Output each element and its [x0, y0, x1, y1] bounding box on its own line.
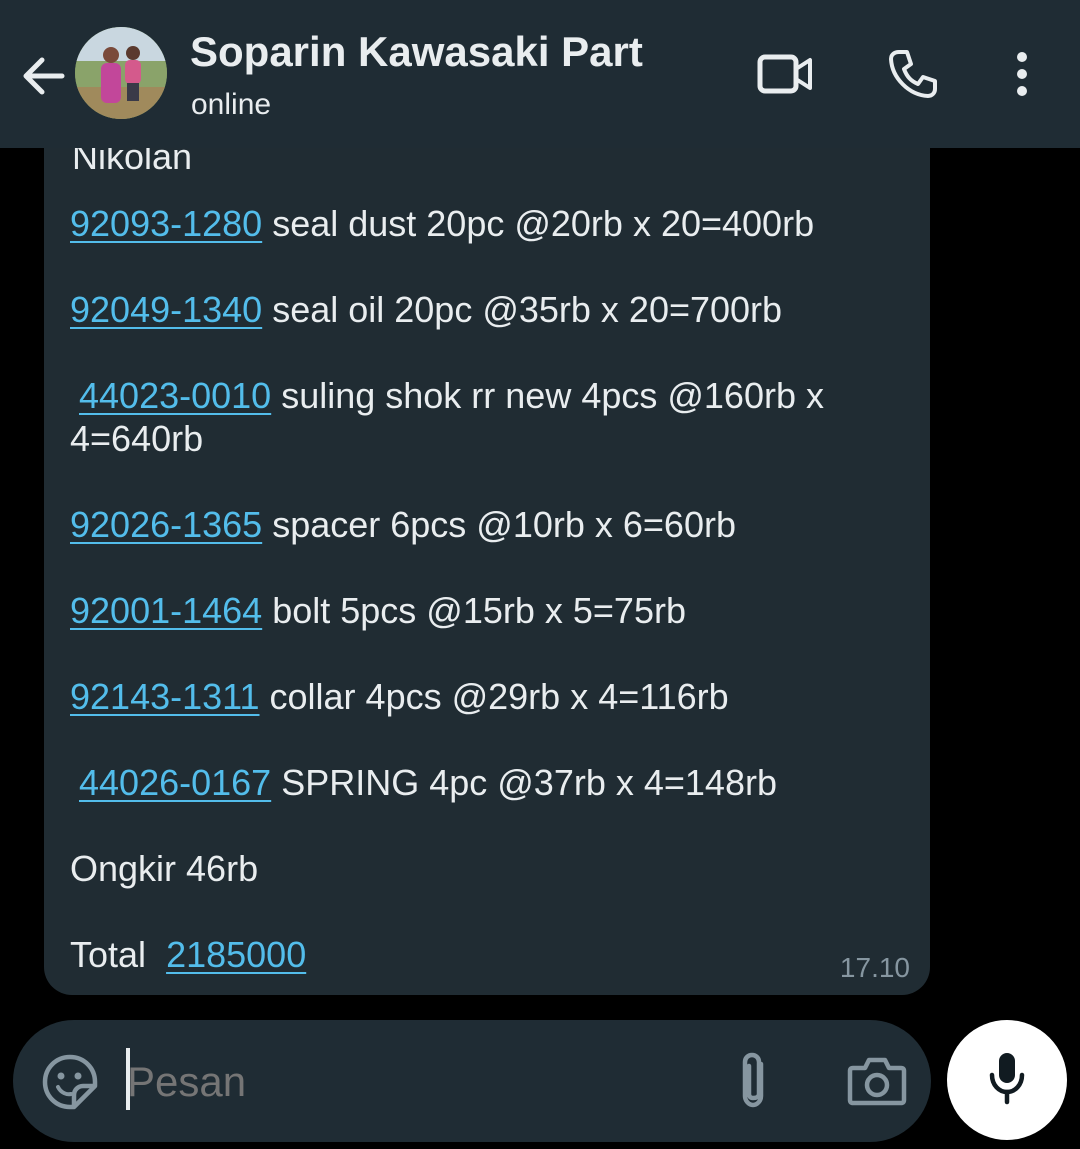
list-item: 92093-1280 seal dust 20pc @20rb x 20=400…	[70, 203, 814, 245]
more-options-icon[interactable]	[1000, 44, 1044, 104]
total-value-link[interactable]: 2185000	[166, 934, 306, 975]
part-number-link[interactable]: 92026-1365	[70, 504, 262, 545]
list-item: 92026-1365 spacer 6pcs @10rb x 6=60rb	[70, 504, 736, 546]
camera-icon[interactable]	[847, 1054, 907, 1108]
part-number-link[interactable]: 92093-1280	[70, 203, 262, 244]
chat-header: Soparin Kawasaki Part online	[0, 0, 1080, 148]
item-text: bolt 5pcs @15rb x 5=75rb	[262, 590, 686, 631]
attach-icon[interactable]	[731, 1050, 775, 1114]
item-text: spacer 6pcs @10rb x 6=60rb	[262, 504, 736, 545]
avatar[interactable]	[75, 27, 167, 119]
part-number-link[interactable]: 92143-1311	[70, 676, 260, 717]
part-number-link[interactable]: 92001-1464	[70, 590, 262, 631]
mic-button[interactable]	[947, 1020, 1067, 1140]
item-text: SPRING 4pc @37rb x 4=148rb	[271, 762, 777, 803]
item-text: collar 4pcs @29rb x 4=116rb	[259, 676, 729, 717]
part-number-link[interactable]: 92049-1340	[70, 289, 262, 330]
video-call-icon[interactable]	[752, 44, 818, 104]
chat-area[interactable]: Nikolan 92093-1280 seal dust 20pc @20rb …	[0, 148, 1080, 1008]
contact-status: online	[191, 88, 272, 121]
message-composer	[13, 1020, 931, 1142]
item-text: seal dust 20pc @20rb x 20=400rb	[262, 203, 815, 244]
item-text: suling shok rr new 4pcs @160rb x	[271, 375, 824, 416]
contact-name[interactable]: Soparin Kawasaki Part	[190, 28, 643, 76]
back-arrow-icon[interactable]	[18, 50, 70, 102]
total-line: Total 2185000	[70, 934, 306, 976]
total-label: Total	[70, 934, 157, 975]
list-item: 44023-0010 suling shok rr new 4pcs @160r…	[79, 375, 824, 417]
item-text-continuation: 4=640rb	[70, 418, 204, 459]
mic-icon	[987, 1050, 1027, 1111]
sticker-icon[interactable]	[41, 1053, 99, 1111]
shipping-text: Ongkir 46rb	[70, 848, 259, 889]
message-input[interactable]	[127, 1058, 687, 1106]
cut-off-text: Nikolan	[72, 148, 193, 177]
list-item: 92001-1464 bolt 5pcs @15rb x 5=75rb	[70, 590, 686, 632]
list-item: 44026-0167 SPRING 4pc @37rb x 4=148rb	[79, 762, 777, 804]
item-text: seal oil 20pc @35rb x 20=700rb	[262, 289, 783, 330]
list-item: 92143-1311 collar 4pcs @29rb x 4=116rb	[70, 676, 729, 718]
message-time: 17.10	[839, 952, 910, 983]
list-item: 92049-1340 seal oil 20pc @35rb x 20=700r…	[70, 289, 782, 331]
part-number-link[interactable]: 44023-0010	[79, 375, 271, 416]
part-number-link[interactable]: 44026-0167	[79, 762, 271, 803]
voice-call-icon[interactable]	[880, 44, 946, 104]
